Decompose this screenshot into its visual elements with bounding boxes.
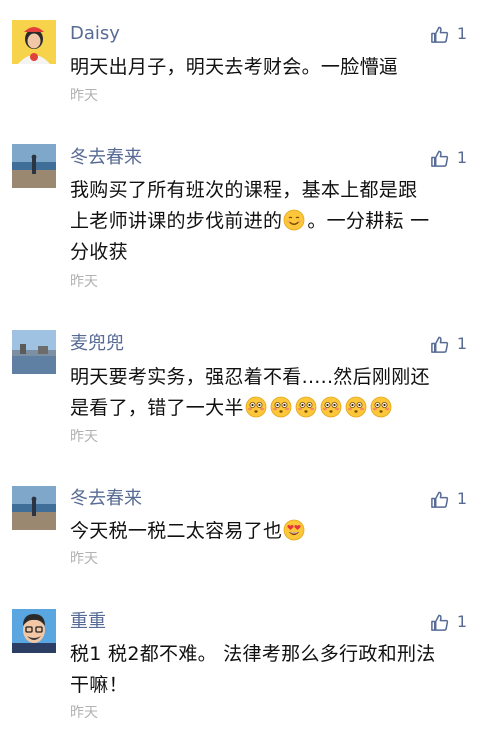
flushed-face-emoji [295,396,317,418]
like-count: 1 [456,489,467,508]
like-count: 1 [456,148,467,167]
comment-text: 今天税一税二太容易了也 [70,516,470,547]
like-button[interactable]: 1 [430,610,467,634]
avatar[interactable] [12,609,56,653]
avatar[interactable] [12,330,56,374]
like-button[interactable]: 1 [430,487,467,511]
thumbs-up-icon [430,336,448,353]
comment-text-line: 明天出月子，明天去考财会。一脸懵逼 [70,56,399,78]
flushed-face-emoji [320,396,342,418]
comment-text: 明天要考实务，强忍着不看.....然后刚刚还 是看了，错了一大半 [70,362,470,424]
commenter-name[interactable]: Daisy [70,22,120,46]
comment-time: 昨天 [70,429,98,445]
like-button[interactable]: 1 [430,22,467,46]
commenter-name[interactable]: 麦兜兜 [70,332,124,356]
thumbs-up-icon [430,491,448,508]
heart-eyes-emoji [283,519,305,541]
smiling-face-emoji [283,209,305,231]
like-button[interactable]: 1 [430,332,467,356]
flushed-face-emoji [245,396,267,418]
comment-time: 昨天 [70,551,98,567]
commenter-name[interactable]: 冬去春来 [70,146,142,170]
thumbs-up-icon [430,26,448,43]
avatar[interactable] [12,486,56,530]
avatar[interactable] [12,144,56,188]
avatar[interactable] [12,20,56,64]
comment-text-line: 。一分耕耘 一 [307,210,430,232]
comment-text: 税1 税2都不难。 法律考那么多行政和刑法 干嘛！ [70,639,470,701]
flushed-face-emoji [370,396,392,418]
thumbs-up-icon [430,150,448,167]
avatar-image [12,330,56,374]
flushed-face-emoji [345,396,367,418]
comment-text-line: 明天要考实务，强忍着不看.....然后刚刚还 [70,366,430,388]
comment-text-line: 干嘛！ [70,674,128,696]
commenter-name[interactable]: 冬去春来 [70,487,142,511]
comment-text-line-group: 是看了，错了一大半 [70,393,470,424]
like-button[interactable]: 1 [430,146,467,170]
comment-text-line: 上老师讲课的步伐前进的 [70,210,283,232]
thumbs-up-icon [430,614,448,631]
like-count: 1 [456,24,467,43]
avatar-image [12,20,56,64]
comment-text-line: 分收获 [70,241,128,263]
comment-time: 昨天 [70,274,98,290]
comment-text: 我购买了所有班次的课程，基本上都是跟 上老师讲课的步伐前进的 。一分耕耘 一 分收… [70,175,470,268]
avatar-image [12,486,56,530]
flushed-face-emoji [270,396,292,418]
comment-text-line: 税1 税2都不难。 法律考那么多行政和刑法 [70,643,436,665]
comment-text: 明天出月子，明天去考财会。一脸懵逼 [70,52,470,83]
comment-time: 昨天 [70,88,98,104]
comment-text-line: 今天税一税二太容易了也 [70,520,283,542]
avatar-image [12,609,56,653]
comment-text-line-group: 上老师讲课的步伐前进的 。一分耕耘 一 [70,206,470,237]
comment-text-line: 是看了，错了一大半 [70,397,244,419]
comment-time: 昨天 [70,705,98,721]
like-count: 1 [456,612,467,631]
commenter-name[interactable]: 重重 [70,610,106,634]
like-count: 1 [456,334,467,353]
comment-text-line: 我购买了所有班次的课程，基本上都是跟 [70,179,418,201]
avatar-image [12,144,56,188]
